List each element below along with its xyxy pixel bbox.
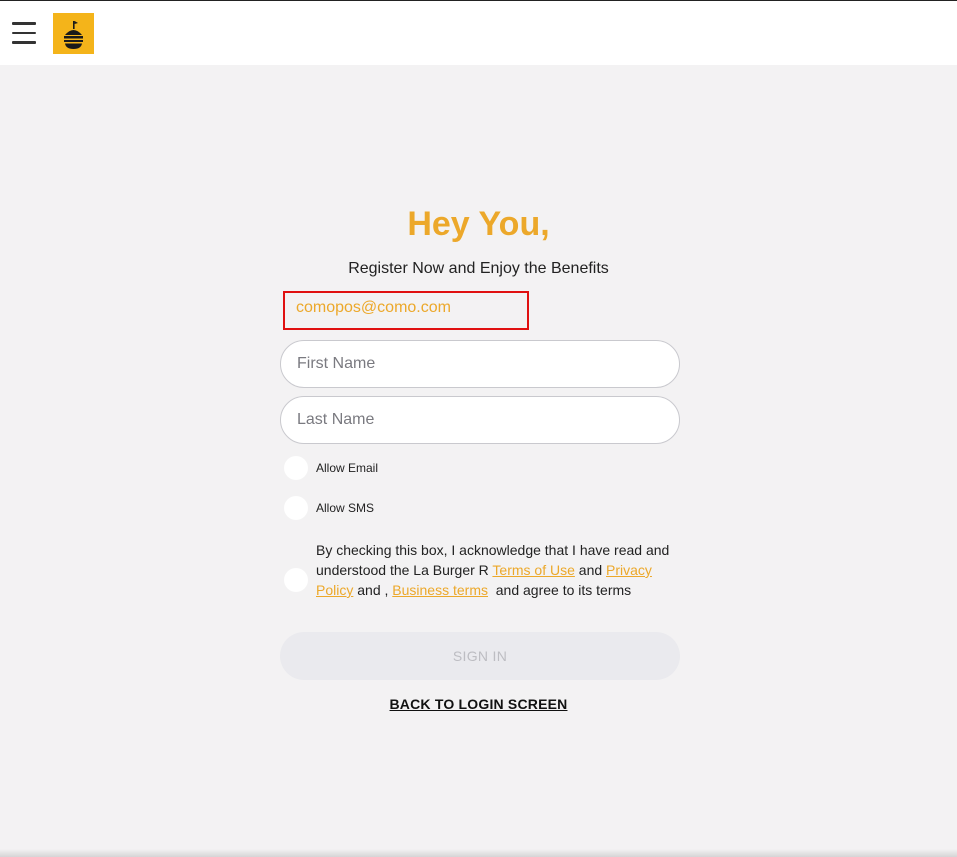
terms-checkbox[interactable]	[284, 568, 308, 592]
email-value: comopos@como.com	[296, 299, 451, 316]
page-subheading: Register Now and Enjoy the Benefits	[348, 260, 609, 277]
terms-text: By checking this box, I acknowledge that…	[316, 540, 686, 600]
top-bar	[0, 0, 957, 65]
terms-of-use-link[interactable]: Terms of Use	[492, 562, 574, 578]
terms-text-part3: and ,	[353, 582, 393, 598]
hamburger-menu-icon[interactable]	[12, 22, 36, 44]
burger-logo-icon	[53, 13, 94, 54]
terms-text-part2: and	[574, 562, 607, 578]
main-content: Hey You, Register Now and Enjoy the Bene…	[0, 65, 957, 857]
page-heading: Hey You,	[407, 205, 550, 243]
back-to-login-label[interactable]: BACK TO LOGIN SCREEN	[390, 696, 568, 712]
last-name-input[interactable]	[280, 396, 680, 444]
terms-text-part4: and agree to its terms	[487, 582, 632, 598]
allow-email-label: Allow Email	[316, 461, 379, 475]
business-terms-link[interactable]: Business terms	[392, 582, 488, 598]
allow-email-checkbox[interactable]	[284, 456, 308, 480]
back-to-login-link[interactable]: BACK TO LOGIN SCREEN	[0, 696, 957, 712]
allow-sms-label: Allow SMS	[316, 501, 375, 515]
bottom-shadow	[0, 849, 957, 857]
allow-sms-checkbox[interactable]	[284, 496, 308, 520]
brand-logo[interactable]	[53, 13, 94, 54]
first-name-input[interactable]	[280, 340, 680, 388]
sign-in-button[interactable]: SIGN IN	[280, 632, 680, 680]
